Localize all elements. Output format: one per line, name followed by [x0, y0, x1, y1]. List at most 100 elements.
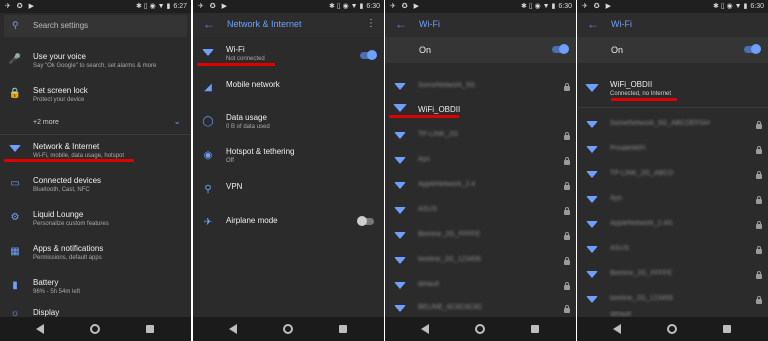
item-mobile-network[interactable]: ◢ Mobile network: [193, 74, 384, 104]
wifi-network-item[interactable]: beeline_2G_123456: [385, 249, 576, 273]
nav-recents-icon[interactable]: [723, 325, 731, 333]
nav-bar: [193, 317, 384, 341]
wifi-network-item[interactable]: Ayo: [577, 188, 768, 212]
network-name: WiFi_OBDII: [418, 105, 461, 114]
nav-home-icon[interactable]: [475, 324, 485, 334]
setting-subtitle: Bluetooth, Cast, NFC: [33, 187, 90, 193]
item-vpn[interactable]: ⚲ VPN: [193, 176, 384, 206]
setting-title: Network & Internet: [33, 142, 100, 151]
suggestion-subtitle: Protect your device: [33, 97, 85, 103]
red-highlight-underline: [611, 98, 677, 101]
wifi-signal-icon: [393, 181, 407, 192]
nav-recents-icon[interactable]: [146, 325, 154, 333]
wifi-signal-icon: [393, 281, 407, 292]
nav-back-icon[interactable]: [613, 324, 621, 334]
wifi-signal-icon: [585, 84, 599, 95]
setting-connected-devices[interactable]: ▭ Connected devices Bluetooth, Cast, NFC: [0, 172, 191, 202]
back-arrow-icon[interactable]: ←: [203, 17, 215, 31]
suggestion-subtitle: Say "Ok Google" to search, set alarms & …: [33, 63, 157, 69]
nav-home-icon[interactable]: [667, 324, 677, 334]
wifi-signal-icon: [393, 256, 407, 267]
setting-battery[interactable]: ▮ Battery 96% - 5h 54m left: [0, 274, 191, 304]
network-name-blurred: ASUS: [610, 245, 630, 252]
wifi-toggle[interactable]: [360, 50, 377, 60]
red-highlight-underline: [389, 115, 459, 118]
suggestion-voice[interactable]: 🎤 Use your voice Say "Ok Google" to sear…: [0, 46, 191, 76]
nav-bar: [385, 317, 576, 341]
lock-icon: [756, 171, 762, 179]
nav-recents-icon[interactable]: [339, 325, 347, 333]
wifi-toggle[interactable]: [744, 44, 761, 54]
wifi-connected-screen: ✈ ✪ ▶ ✱ ▯ ◉ ▼ ▮ 6:30 ← Wi-Fi On WiFi_OBDI…: [577, 0, 768, 341]
item-airplane-mode[interactable]: ✈ Airplane mode: [193, 210, 384, 240]
lock-icon: [756, 296, 762, 304]
wifi-network-item[interactable]: SomeNetwork_5G_ABCDEFGH: [577, 113, 768, 137]
wifi-toggle[interactable]: [552, 44, 569, 54]
back-arrow-icon[interactable]: ←: [587, 17, 599, 31]
nav-recents-icon[interactable]: [531, 325, 539, 333]
item-hotspot[interactable]: ◉ Hotspot & tethering Off: [193, 142, 384, 172]
setting-title: Display: [33, 308, 60, 317]
overflow-menu-icon[interactable]: ⋮: [366, 18, 376, 29]
lock-icon: 🔒: [8, 88, 22, 99]
apps-icon: ▦: [10, 246, 20, 257]
nav-back-icon[interactable]: [36, 324, 44, 334]
item-data-usage[interactable]: ◯ Data usage 0 B of data used: [193, 108, 384, 138]
status-left-icons: ✈ ✪ ▶: [390, 3, 422, 10]
wifi-signal-icon: [585, 295, 599, 306]
setting-apps-notifications[interactable]: ▦ Apps & notifications Permissions, defa…: [0, 240, 191, 270]
wifi-network-item[interactable]: PrivateWiFi: [577, 138, 768, 162]
wifi-master-switch[interactable]: On: [385, 37, 576, 63]
wifi-network-item[interactable]: TP-LINK_2G: [385, 124, 576, 148]
nav-home-icon[interactable]: [90, 324, 100, 334]
wifi-signal-icon: [393, 156, 407, 167]
nav-back-icon[interactable]: [421, 324, 429, 334]
nav-bar: [0, 317, 191, 341]
lock-icon: [756, 196, 762, 204]
connection-status: Connected, no Internet: [610, 91, 672, 97]
status-left-icons: ✈ ✪ ▶: [198, 3, 230, 10]
network-name-blurred: AppleNetwork_2.4G: [610, 220, 673, 227]
suggestion-screen-lock[interactable]: 🔒 Set screen lock Protect your device: [0, 80, 191, 110]
red-highlight-underline: [197, 63, 275, 66]
lock-icon: [756, 221, 762, 229]
signal-icon: ◢: [204, 82, 212, 93]
wifi-network-item[interactable]: SomeNetwork_5G: [385, 75, 576, 99]
wifi-network-item[interactable]: AppleNetwork_2.4: [385, 174, 576, 198]
setting-liquid-lounge[interactable]: ⚙ Liquid Lounge Personalize custom featu…: [0, 206, 191, 236]
wifi-network-item[interactable]: BELINE_6C6C6C6C: [385, 299, 576, 317]
lock-icon: [756, 246, 762, 254]
status-time: 6:30: [366, 3, 380, 10]
wifi-network-item[interactable]: ASUS: [577, 238, 768, 262]
status-right-icons: ✱ ▯ ◉ ▼ ▮ 6:27: [135, 3, 187, 10]
gear-icon: ⚙: [10, 212, 20, 223]
item-title: Hotspot & tethering: [226, 147, 295, 156]
network-name-blurred: Beeline_2G_FFFFE: [418, 231, 481, 238]
network-name-blurred: Ayo: [610, 195, 622, 202]
nav-home-icon[interactable]: [283, 324, 293, 334]
wifi-network-item[interactable]: beeline_2G_123456: [577, 288, 768, 312]
back-arrow-icon[interactable]: ←: [395, 17, 407, 31]
wifi-network-item[interactable]: ASUS: [385, 199, 576, 223]
data-usage-icon: ◯: [202, 116, 214, 127]
wifi-network-item[interactable]: Beeline_2G_FFFFE: [385, 224, 576, 248]
nav-back-icon[interactable]: [229, 324, 237, 334]
wifi-signal-icon: [393, 131, 407, 142]
status-bar: ✈ ✪ ▶ ✱ ▯ ◉ ▼ ▮ 6:27: [0, 0, 191, 13]
wifi-master-switch[interactable]: On: [577, 37, 768, 63]
airplane-toggle[interactable]: [357, 216, 374, 226]
status-time: 6:30: [750, 3, 764, 10]
search-placeholder: Search settings: [33, 21, 89, 30]
status-bar: ✈ ✪ ▶ ✱ ▯ ◉ ▼ ▮ 6:30: [193, 0, 384, 13]
wifi-network-item[interactable]: default: [385, 274, 576, 298]
wifi-list-screen: ✈ ✪ ▶ ✱ ▯ ◉ ▼ ▮ 6:30 ← Wi-Fi On SomeNetwo…: [385, 0, 576, 341]
wifi-network-item[interactable]: AppleNetwork_2.4G: [577, 213, 768, 237]
wifi-network-item[interactable]: Ayo: [385, 149, 576, 173]
more-suggestions[interactable]: +2 more ⌄: [0, 114, 191, 132]
setting-network-internet[interactable]: Network & Internet Wi-Fi, mobile, data u…: [0, 138, 191, 168]
wifi-network-item[interactable]: Beeline_2G_FFFFE: [577, 263, 768, 287]
search-icon: ⚲: [12, 20, 19, 30]
status-right-icons: ✱ ▯ ◉ ▼ ▮ 6:30: [712, 3, 764, 10]
wifi-network-item[interactable]: TP-LINK_2G_ABCD: [577, 163, 768, 187]
search-settings-bar[interactable]: ⚲ Search settings: [4, 15, 187, 37]
